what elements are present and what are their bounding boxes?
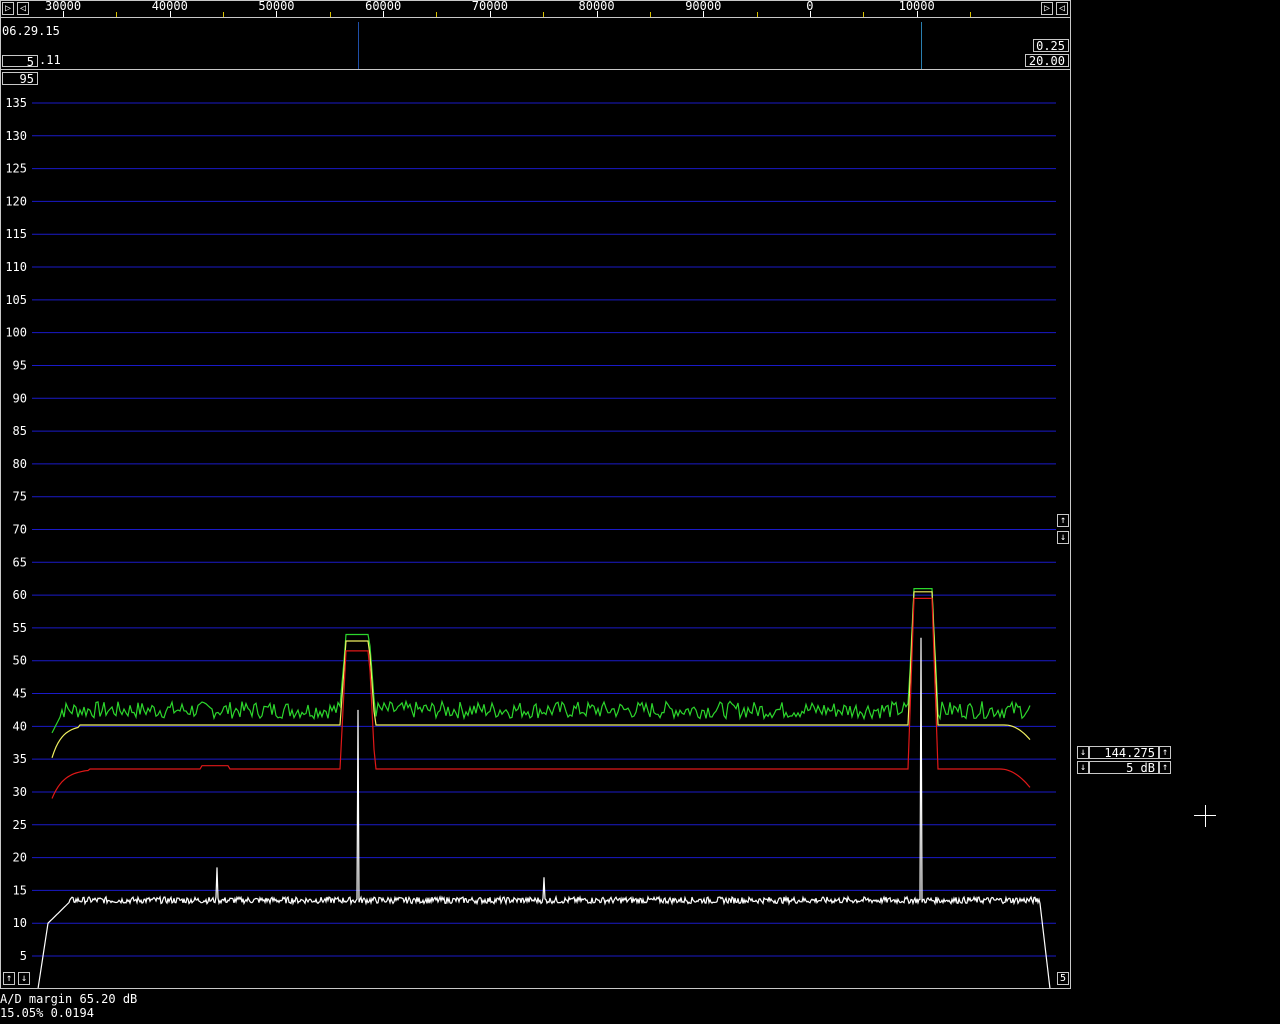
left-value-suffix: .11 — [39, 53, 61, 67]
spectrum-graph[interactable]: 1351301251201151101051009590858075706560… — [0, 86, 1070, 988]
ratio-status: 15.05% 0.0194 — [0, 1006, 94, 1020]
y-axis-label: 95 — [13, 358, 27, 372]
freq-major-tick — [63, 11, 64, 17]
y-axis-label: 35 — [13, 752, 27, 766]
freq-minor-tick — [329, 12, 331, 17]
spectrum-top-box[interactable]: 95 — [2, 72, 38, 85]
spectrum-level-up-button[interactable]: ↑ — [1057, 514, 1069, 527]
y-axis-label: 100 — [5, 326, 27, 340]
waterfall-marker-line-1 — [358, 22, 359, 69]
waterfall-gain-box[interactable]: 0.25 — [1033, 39, 1069, 52]
y-axis-label: 25 — [13, 818, 27, 832]
freq-minor-tick — [543, 12, 545, 17]
freq-major-tick — [276, 11, 278, 17]
spectrum-trace-white — [37, 637, 1051, 988]
freq-minor-tick — [436, 12, 438, 17]
freq-minor-tick — [969, 12, 971, 17]
freq-down-button[interactable]: ↓ — [1077, 746, 1089, 759]
y-axis-label: 10 — [13, 916, 27, 930]
y-axis-label: 20 — [13, 851, 27, 865]
freq-minor-tick — [116, 12, 118, 17]
y-axis-label: 115 — [5, 227, 27, 241]
freq-major-tick — [169, 11, 171, 17]
freq-major-tick — [703, 11, 705, 17]
y-axis-label: 75 — [13, 490, 27, 504]
scroll-right-button[interactable]: ▷ — [1041, 2, 1053, 15]
spectrum-level-down-button[interactable]: ↓ — [1057, 531, 1069, 544]
spectrum-scroll-down-button[interactable]: ↓ — [18, 972, 30, 985]
zoom-out-left-button[interactable]: ◁ — [17, 2, 29, 15]
y-axis-label: 45 — [13, 687, 27, 701]
y-axis-label: 70 — [13, 523, 27, 537]
date-label: 06.29.15 — [2, 24, 60, 38]
ruler-divider — [0, 17, 1071, 18]
db-down-button[interactable]: ↓ — [1077, 761, 1089, 774]
freq-minor-tick — [649, 12, 651, 17]
zoom-out-right-button[interactable]: ◁ — [1056, 2, 1068, 15]
db-value-box[interactable]: 5 dB — [1089, 761, 1159, 774]
freq-major-tick — [383, 11, 385, 17]
waterfall-offset-box[interactable]: 20.00 — [1025, 54, 1069, 67]
y-axis-label: 50 — [13, 654, 27, 668]
spectrum-scroll-up-button[interactable]: ↑ — [3, 972, 15, 985]
y-axis-label: 40 — [13, 719, 27, 733]
freq-minor-tick — [223, 12, 225, 17]
freq-minor-tick — [756, 12, 758, 17]
spectrum-bottom-right-box[interactable]: 5 — [1057, 972, 1069, 985]
y-axis-label: 130 — [5, 129, 27, 143]
y-axis-label: 110 — [5, 260, 27, 274]
y-axis-label: 85 — [13, 424, 27, 438]
freq-up-button[interactable]: ↑ — [1159, 746, 1171, 759]
freq-major-tick — [809, 11, 811, 17]
crosshair-cursor-icon-vertical — [1205, 805, 1206, 827]
ad-margin-status: A/D margin 65.20 dB — [0, 992, 138, 1006]
y-axis-label: 65 — [13, 555, 27, 569]
waterfall-divider — [0, 69, 1071, 70]
freq-major-tick — [916, 11, 918, 17]
waterfall-marker-line-2 — [921, 22, 922, 69]
y-axis-label: 5 — [20, 949, 27, 963]
freq-major-tick — [596, 11, 598, 17]
y-axis-label: 120 — [5, 194, 27, 208]
y-axis-label: 55 — [13, 621, 27, 635]
y-axis-label: 15 — [13, 883, 27, 897]
y-axis-label: 135 — [5, 96, 27, 110]
freq-major-tick — [489, 11, 491, 17]
y-axis-label: 80 — [13, 457, 27, 471]
y-axis-label: 90 — [13, 391, 27, 405]
y-axis-label: 60 — [13, 588, 27, 602]
left-value-box[interactable]: 5 — [2, 55, 38, 68]
y-axis-label: 125 — [5, 162, 27, 176]
scroll-left-button[interactable]: ▷ — [2, 2, 14, 15]
y-axis-label: 105 — [5, 293, 27, 307]
freq-value-box[interactable]: 144.275 — [1089, 746, 1159, 759]
y-axis-label: 30 — [13, 785, 27, 799]
db-up-button[interactable]: ↑ — [1159, 761, 1171, 774]
average-trace-yellow — [51, 591, 1031, 758]
freq-minor-tick — [863, 12, 865, 17]
